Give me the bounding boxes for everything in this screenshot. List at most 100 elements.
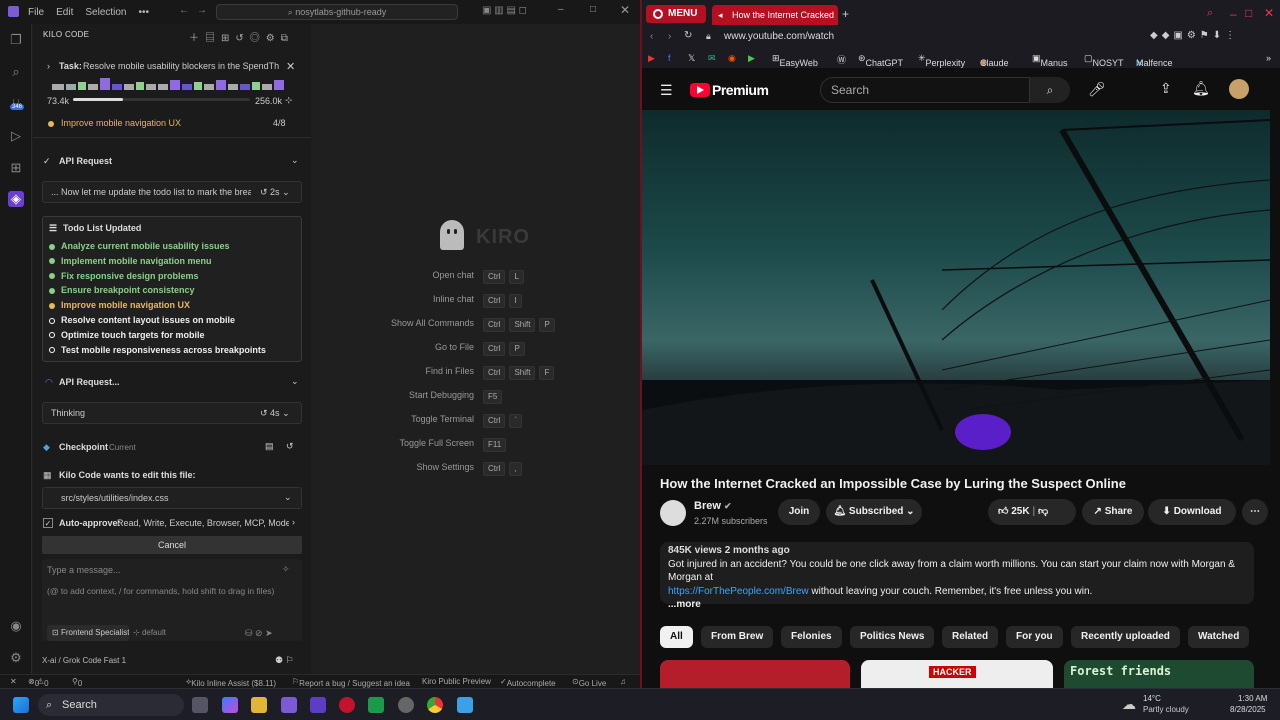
bookmark-perplexity[interactable]: ✳ Perplexity bbox=[918, 53, 965, 68]
notepad-icon[interactable] bbox=[457, 697, 473, 713]
kilo-code-icon[interactable]: ◈ bbox=[8, 191, 24, 207]
youtube-logo-icon[interactable] bbox=[690, 83, 710, 97]
facebook-bookmark-icon[interactable]: f bbox=[668, 53, 671, 63]
filter-chip[interactable]: For you bbox=[1006, 626, 1063, 648]
upload-icon[interactable]: ⇪ bbox=[1160, 80, 1172, 97]
kiro-app-icon[interactable] bbox=[310, 697, 326, 713]
panel-toolbar-icons[interactable]: ＋▤⊞↺◎⚙⧉ bbox=[189, 29, 294, 44]
menu-edit[interactable]: Edit bbox=[56, 7, 73, 18]
report-bug-link[interactable]: ⚐ Report a bug / Suggest an idea bbox=[292, 677, 410, 688]
extensions-icon[interactable]: ⊞ bbox=[8, 160, 24, 176]
bookmark-chatgpt[interactable]: ⊛ ChatGPT bbox=[858, 53, 903, 68]
channel-name[interactable]: Brew ✔ bbox=[694, 500, 732, 512]
shortcut-row[interactable]: Open chat Ctrl L bbox=[312, 270, 640, 286]
file-path-box[interactable]: src/styles/utilities/index.css ⌄ bbox=[42, 487, 302, 509]
footer-icons[interactable]: ⚉ ⚐ bbox=[275, 655, 294, 666]
filter-chip[interactable]: Recently uploaded bbox=[1071, 626, 1180, 648]
related-thumbnail-1[interactable] bbox=[660, 660, 850, 688]
taskbar-search[interactable]: ⌕ Search bbox=[38, 694, 184, 716]
ports-indicator[interactable]: ⚲ 0 bbox=[72, 677, 82, 688]
menu-selection[interactable]: Selection bbox=[85, 7, 126, 18]
shortcut-row[interactable]: Start Debugging F5 bbox=[312, 390, 640, 406]
voice-search-icon[interactable]: 🎤︎ bbox=[1088, 81, 1106, 98]
url-field[interactable]: www.youtube.com/watch bbox=[724, 31, 834, 42]
forward-arrow-icon[interactable]: → bbox=[197, 5, 207, 16]
extension-icons[interactable]: ◆◆▣⚙⚑⬇⋮ bbox=[1150, 30, 1239, 41]
clock-time[interactable]: 1:30 AM bbox=[1238, 694, 1267, 703]
explorer-icon[interactable]: ❐ bbox=[8, 32, 24, 48]
task-close-icon[interactable]: ✕ bbox=[286, 60, 295, 73]
share-button[interactable]: ↗ Share bbox=[1082, 499, 1144, 525]
bookmark-nosyt[interactable]: ▢ NOSYT bbox=[1084, 53, 1124, 68]
bookmark-manus[interactable]: ▣ Manus bbox=[1032, 53, 1068, 68]
shortcut-row[interactable]: Find in Files Ctrl Shift F bbox=[312, 366, 640, 382]
reload-icon[interactable]: ↻ bbox=[684, 30, 692, 41]
enhance-prompt-icon[interactable]: ✧ bbox=[282, 564, 290, 575]
reddit-bookmark-icon[interactable]: ◉ bbox=[728, 53, 736, 64]
filter-chip[interactable]: Politics News bbox=[850, 626, 935, 648]
kiro-preview-status[interactable]: Kiro Public Preview bbox=[422, 677, 491, 686]
browser-tab-active[interactable]: ◂ How the Internet Cracked bbox=[712, 5, 838, 25]
mode-selector[interactable]: ⊡ Frontend Specialist bbox=[47, 625, 129, 641]
api-request-detail[interactable]: ... Now let me update the todo list to m… bbox=[42, 181, 302, 203]
related-thumbnail-2[interactable]: HACKER bbox=[861, 660, 1053, 688]
filter-chip[interactable]: Watched bbox=[1188, 626, 1250, 648]
notifications-bell-icon[interactable]: 🔔︎ bbox=[1192, 80, 1210, 97]
remote-icon[interactable]: ✕ bbox=[10, 677, 17, 686]
shortcut-row[interactable]: Toggle Terminal Ctrl ` bbox=[312, 414, 640, 430]
tab-audio-icon[interactable]: ◂ bbox=[718, 5, 723, 25]
task-view-icon[interactable] bbox=[192, 697, 208, 713]
opera-gx-icon[interactable] bbox=[339, 697, 355, 713]
email-bookmark-icon[interactable]: ✉ bbox=[708, 53, 716, 64]
join-button[interactable]: Join bbox=[778, 499, 820, 525]
show-more-link[interactable]: ...more bbox=[668, 598, 1246, 612]
download-button[interactable]: ⬇ Download bbox=[1148, 499, 1236, 525]
filter-chip[interactable]: Felonies bbox=[781, 626, 842, 648]
problems-indicator[interactable]: ⊗ 0 ⚠ 0 bbox=[28, 677, 49, 688]
filter-chip[interactable]: All bbox=[660, 626, 693, 648]
more-actions-button[interactable]: ⋯ bbox=[1242, 499, 1268, 525]
input-action-icons[interactable]: ⛁ ⊘ ➤ bbox=[245, 628, 273, 639]
bookmarks-overflow-icon[interactable]: » bbox=[1266, 53, 1271, 63]
shortcut-row[interactable]: Show Settings Ctrl, bbox=[312, 462, 640, 478]
run-debug-icon[interactable]: ▷ bbox=[8, 128, 24, 144]
hamburger-menu-icon[interactable]: ☰ bbox=[660, 82, 673, 99]
windows-start-icon[interactable] bbox=[13, 697, 29, 713]
app-icon-2[interactable] bbox=[368, 697, 384, 713]
search-tabs-icon[interactable]: ⌕ bbox=[1207, 7, 1213, 20]
github-icon[interactable] bbox=[398, 697, 414, 713]
cancel-button[interactable]: Cancel bbox=[42, 536, 302, 554]
auto-approve-checkbox[interactable]: ✓ bbox=[43, 518, 53, 528]
maximize-icon[interactable]: □ bbox=[590, 4, 596, 15]
browser-menu-button[interactable]: MENU bbox=[646, 5, 706, 23]
copilot-icon[interactable] bbox=[222, 697, 238, 713]
account-icon[interactable]: ◉ bbox=[8, 618, 24, 634]
related-thumbnail-3[interactable]: Forest friends bbox=[1064, 660, 1254, 688]
shortcut-row[interactable]: Toggle Full Screen F11 bbox=[312, 438, 640, 454]
profile-selector[interactable]: ⊹ default bbox=[133, 625, 183, 641]
video-player[interactable] bbox=[642, 110, 1270, 465]
checkpoint-diff-icon[interactable]: ▤ bbox=[265, 441, 274, 452]
go-live-button[interactable]: ⊙ Go Live bbox=[572, 677, 606, 688]
youtube-search-input[interactable]: Search bbox=[820, 77, 1030, 103]
api-request2-chevron-icon[interactable]: ⌄ bbox=[291, 376, 299, 387]
bookmark-wordpress-icon[interactable]: Ⓦ bbox=[837, 53, 846, 66]
shortcut-row[interactable]: Go to File Ctrl P bbox=[312, 342, 640, 358]
menu-file[interactable]: File bbox=[28, 7, 44, 18]
minimize-browser-icon[interactable]: – bbox=[1230, 7, 1237, 21]
more-menu-icon[interactable]: ••• bbox=[139, 7, 150, 18]
autocomplete-status[interactable]: ✓ Autocomplete bbox=[500, 677, 556, 688]
weather-icon[interactable]: ☁ bbox=[1122, 696, 1136, 713]
chrome-icon[interactable] bbox=[427, 697, 443, 713]
settings-gear-icon[interactable]: ⚙ bbox=[8, 650, 24, 666]
youtube-premium-logo[interactable]: Premium bbox=[712, 82, 769, 98]
back-arrow-icon[interactable]: ← bbox=[179, 5, 189, 16]
app-icon-1[interactable] bbox=[281, 697, 297, 713]
shortcut-row[interactable]: Show All Commands Ctrl Shift P bbox=[312, 318, 640, 334]
youtube-bookmark-icon[interactable]: ▶ bbox=[648, 53, 655, 64]
new-tab-icon[interactable]: + bbox=[842, 7, 849, 21]
shortcut-row[interactable]: Inline chat Ctrl I bbox=[312, 294, 640, 310]
maximize-browser-icon[interactable]: □ bbox=[1245, 6, 1252, 20]
channel-avatar[interactable] bbox=[660, 500, 686, 526]
description-link[interactable]: https://ForThePeople.com/Brew bbox=[668, 586, 809, 597]
